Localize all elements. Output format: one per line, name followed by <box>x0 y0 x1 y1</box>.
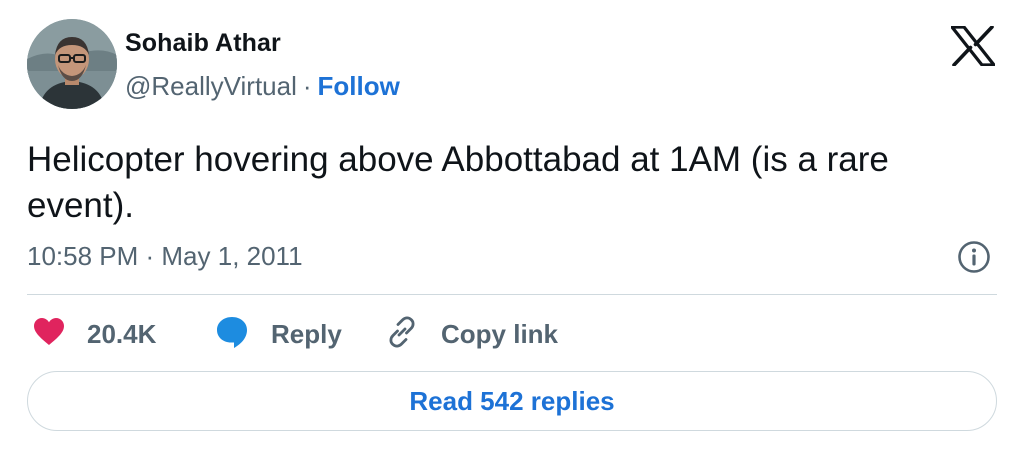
avatar-photo <box>27 19 117 109</box>
avatar[interactable] <box>27 19 117 109</box>
like-button[interactable]: 20.4K <box>33 314 156 354</box>
tweet-text: Helicopter hovering above Abbottabad at … <box>27 140 889 225</box>
info-icon[interactable] <box>957 240 991 274</box>
follow-button[interactable]: Follow <box>318 71 400 101</box>
reply-button[interactable]: Reply <box>215 314 342 354</box>
copy-link-label: Copy link <box>441 318 559 349</box>
embedded-tweet-card: Sohaib Athar @ReallyVirtual · Follow Helic… <box>0 0 1024 461</box>
x-logo-icon[interactable] <box>950 25 996 67</box>
read-replies-label: Read 542 replies <box>409 385 615 416</box>
read-replies-button[interactable]: Read 542 replies <box>27 371 997 431</box>
link-icon <box>385 315 419 354</box>
author-handle-line: @ReallyVirtual · Follow <box>125 71 400 102</box>
author-name[interactable]: Sohaib Athar <box>125 29 281 58</box>
copy-link-button[interactable]: Copy link <box>385 314 558 354</box>
like-count: 20.4K <box>87 318 157 349</box>
reply-label: Reply <box>271 318 342 349</box>
tweet-timestamp[interactable]: 10:58 PM · May 1, 2011 <box>27 241 303 272</box>
speech-bubble-icon <box>215 315 249 354</box>
separator-dot: · <box>302 71 312 101</box>
author-handle[interactable]: @ReallyVirtual <box>125 71 297 101</box>
divider <box>27 294 997 295</box>
heart-icon <box>33 317 65 352</box>
